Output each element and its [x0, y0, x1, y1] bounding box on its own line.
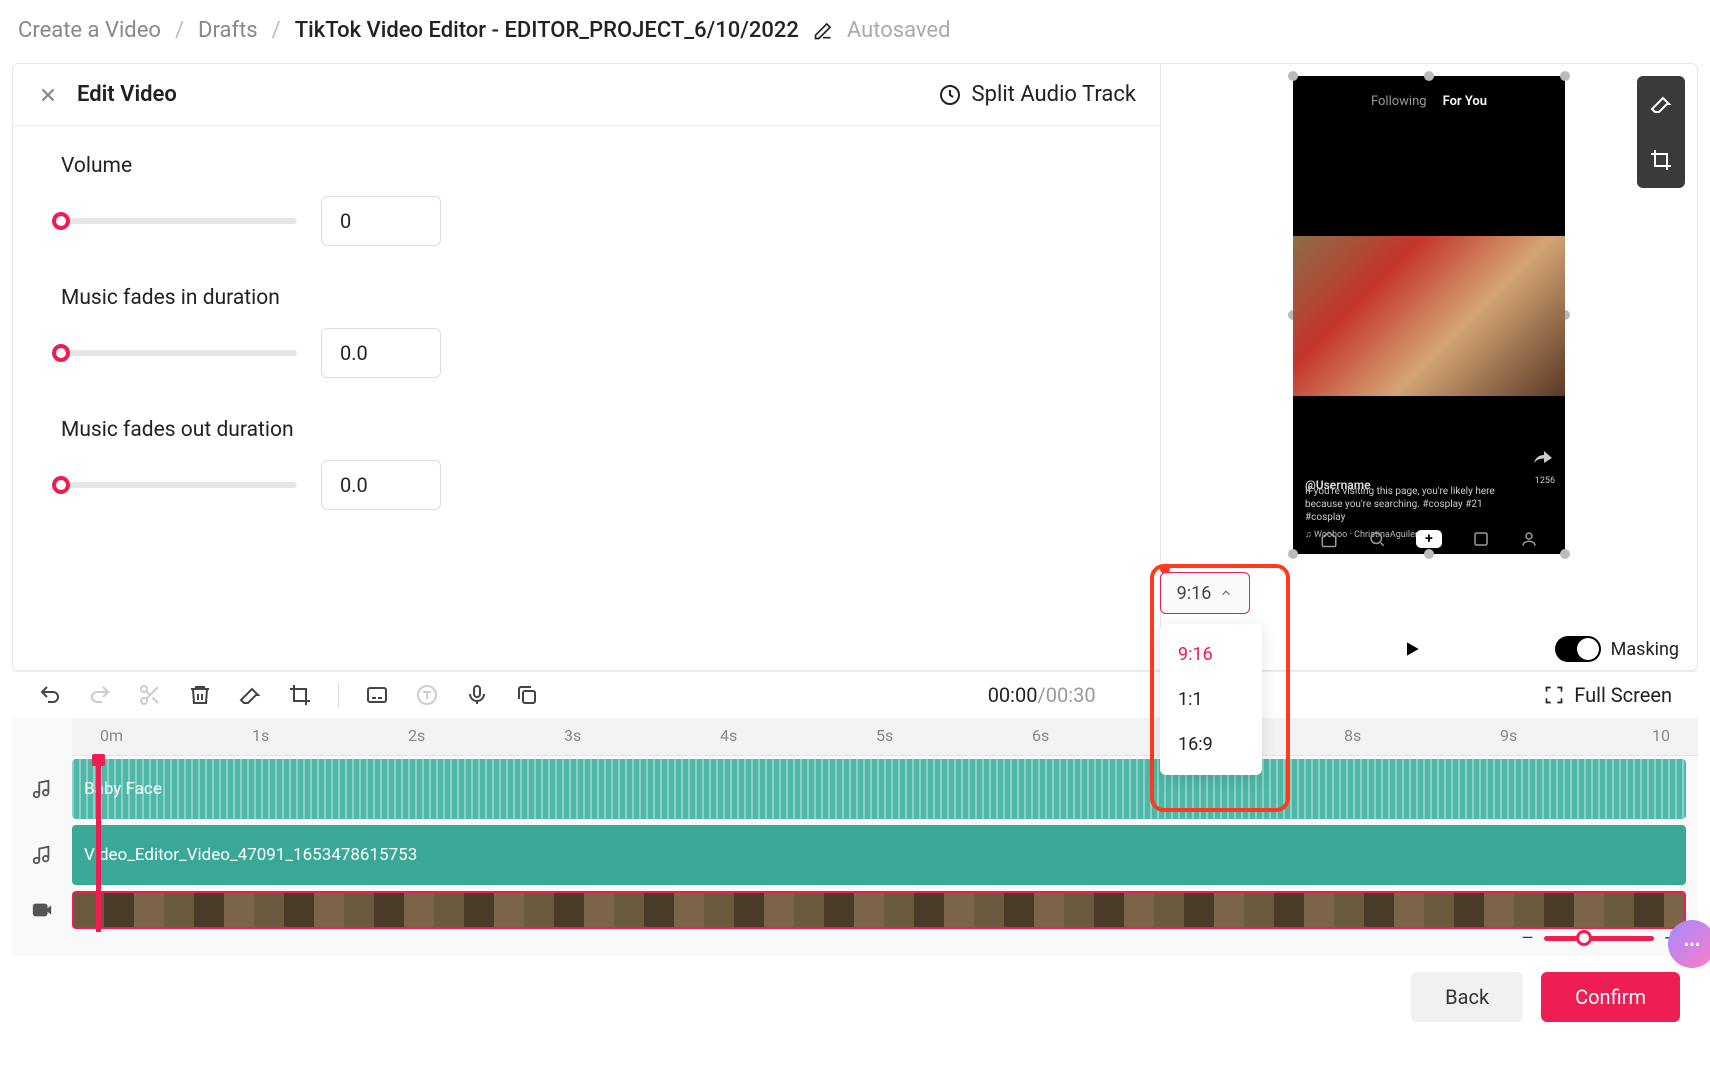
volume-label: Volume — [61, 154, 1112, 178]
fullscreen-button[interactable]: Full Screen — [1544, 683, 1672, 707]
close-icon[interactable] — [37, 84, 59, 106]
resize-handle[interactable] — [1424, 549, 1434, 559]
crop-icon[interactable] — [288, 683, 312, 707]
autosaved-label: Autosaved — [847, 18, 951, 43]
aspect-option-916[interactable]: 9:16 — [1160, 632, 1262, 677]
breadcrumb-drafts[interactable]: Drafts — [198, 18, 258, 43]
preview-tab-foryou: For You — [1443, 94, 1487, 109]
resize-handle[interactable] — [1560, 71, 1570, 81]
music-icon — [31, 778, 53, 800]
zoom-out-button[interactable]: − — [1521, 924, 1535, 952]
fadeout-input[interactable]: 0.0 — [321, 460, 441, 510]
resize-handle[interactable] — [1424, 71, 1434, 81]
preview-nav: + — [1293, 530, 1565, 548]
aspect-option-11[interactable]: 1:1 — [1160, 677, 1262, 722]
resize-handle[interactable] — [1560, 549, 1570, 559]
back-button[interactable]: Back — [1411, 972, 1523, 1022]
resize-handle[interactable] — [1288, 71, 1298, 81]
mic-icon[interactable] — [465, 683, 489, 707]
play-button[interactable] — [1402, 639, 1422, 659]
split-audio-button[interactable]: Split Audio Track — [938, 82, 1136, 107]
video-icon — [31, 899, 53, 921]
preview-tools — [1637, 76, 1685, 188]
plus-icon: + — [1416, 530, 1442, 548]
profile-icon — [1520, 530, 1538, 548]
aspect-ratio-dropdown: 9:16 1:1 16:9 — [1160, 624, 1262, 775]
resize-handle[interactable] — [1288, 549, 1298, 559]
breadcrumb-current: TikTok Video Editor - EDITOR_PROJECT_6/1… — [295, 18, 799, 43]
fadein-label: Music fades in duration — [61, 286, 1112, 310]
panel-title: Edit Video — [77, 82, 177, 107]
audio-track-1[interactable]: Baby Face — [72, 759, 1686, 819]
search-icon — [1368, 530, 1386, 548]
preview-tab-following: Following — [1371, 94, 1427, 109]
confirm-button[interactable]: Confirm — [1541, 972, 1680, 1022]
time-ruler[interactable]: 0m 1s 2s 3s 4s 5s 6s 7s 8s 9s 10 — [72, 718, 1698, 756]
music-icon — [31, 844, 53, 866]
eraser-icon[interactable] — [238, 683, 262, 707]
home-icon — [1320, 530, 1338, 548]
zoom-slider[interactable] — [1544, 936, 1654, 941]
text-icon[interactable] — [415, 683, 439, 707]
aspect-option-169[interactable]: 16:9 — [1160, 722, 1262, 767]
fadeout-slider[interactable] — [61, 482, 297, 488]
timeline[interactable]: 0m 1s 2s 3s 4s 5s 6s 7s 8s 9s 10 Baby Fa… — [12, 718, 1698, 956]
undo-icon[interactable] — [38, 683, 62, 707]
share-icon — [1531, 446, 1555, 470]
masking-toggle[interactable] — [1555, 636, 1601, 662]
audio-track-2[interactable]: Video_Editor_Video_47091_1653478615753 — [72, 825, 1686, 885]
preview-thumbnail — [1293, 236, 1565, 396]
zoom-control: − + — [1521, 924, 1678, 952]
share-count: 1256 — [1535, 476, 1555, 486]
chat-fab[interactable]: ••• — [1668, 920, 1710, 968]
caption-icon[interactable] — [365, 683, 389, 707]
fadein-input[interactable]: 0.0 — [321, 328, 441, 378]
fadein-slider[interactable] — [61, 350, 297, 356]
delete-icon[interactable] — [188, 683, 212, 707]
chevron-up-icon — [1219, 586, 1233, 600]
fadeout-label: Music fades out duration — [61, 418, 1112, 442]
aspect-ratio-button[interactable]: 9:16 — [1160, 572, 1250, 614]
playhead[interactable] — [96, 756, 101, 932]
breadcrumb: Create a Video / Drafts / TikTok Video E… — [0, 0, 1710, 51]
video-preview[interactable]: Following For You @Username If you're vi… — [1293, 76, 1565, 554]
time-display: 00:00/00:30 — [988, 683, 1096, 707]
edit-icon[interactable] — [813, 21, 833, 41]
inbox-icon — [1472, 530, 1490, 548]
masking-label: Masking — [1611, 639, 1679, 660]
volume-slider[interactable] — [61, 218, 297, 224]
redo-icon[interactable] — [88, 683, 112, 707]
cut-icon[interactable] — [138, 683, 162, 707]
breadcrumb-create[interactable]: Create a Video — [18, 18, 161, 43]
eraser-tool[interactable] — [1637, 76, 1685, 132]
video-track[interactable] — [72, 891, 1686, 929]
copy-icon[interactable] — [515, 683, 539, 707]
volume-input[interactable]: 0 — [321, 196, 441, 246]
preview-description: If you're visiting this page, you're lik… — [1305, 485, 1515, 524]
crop-tool[interactable] — [1637, 132, 1685, 188]
